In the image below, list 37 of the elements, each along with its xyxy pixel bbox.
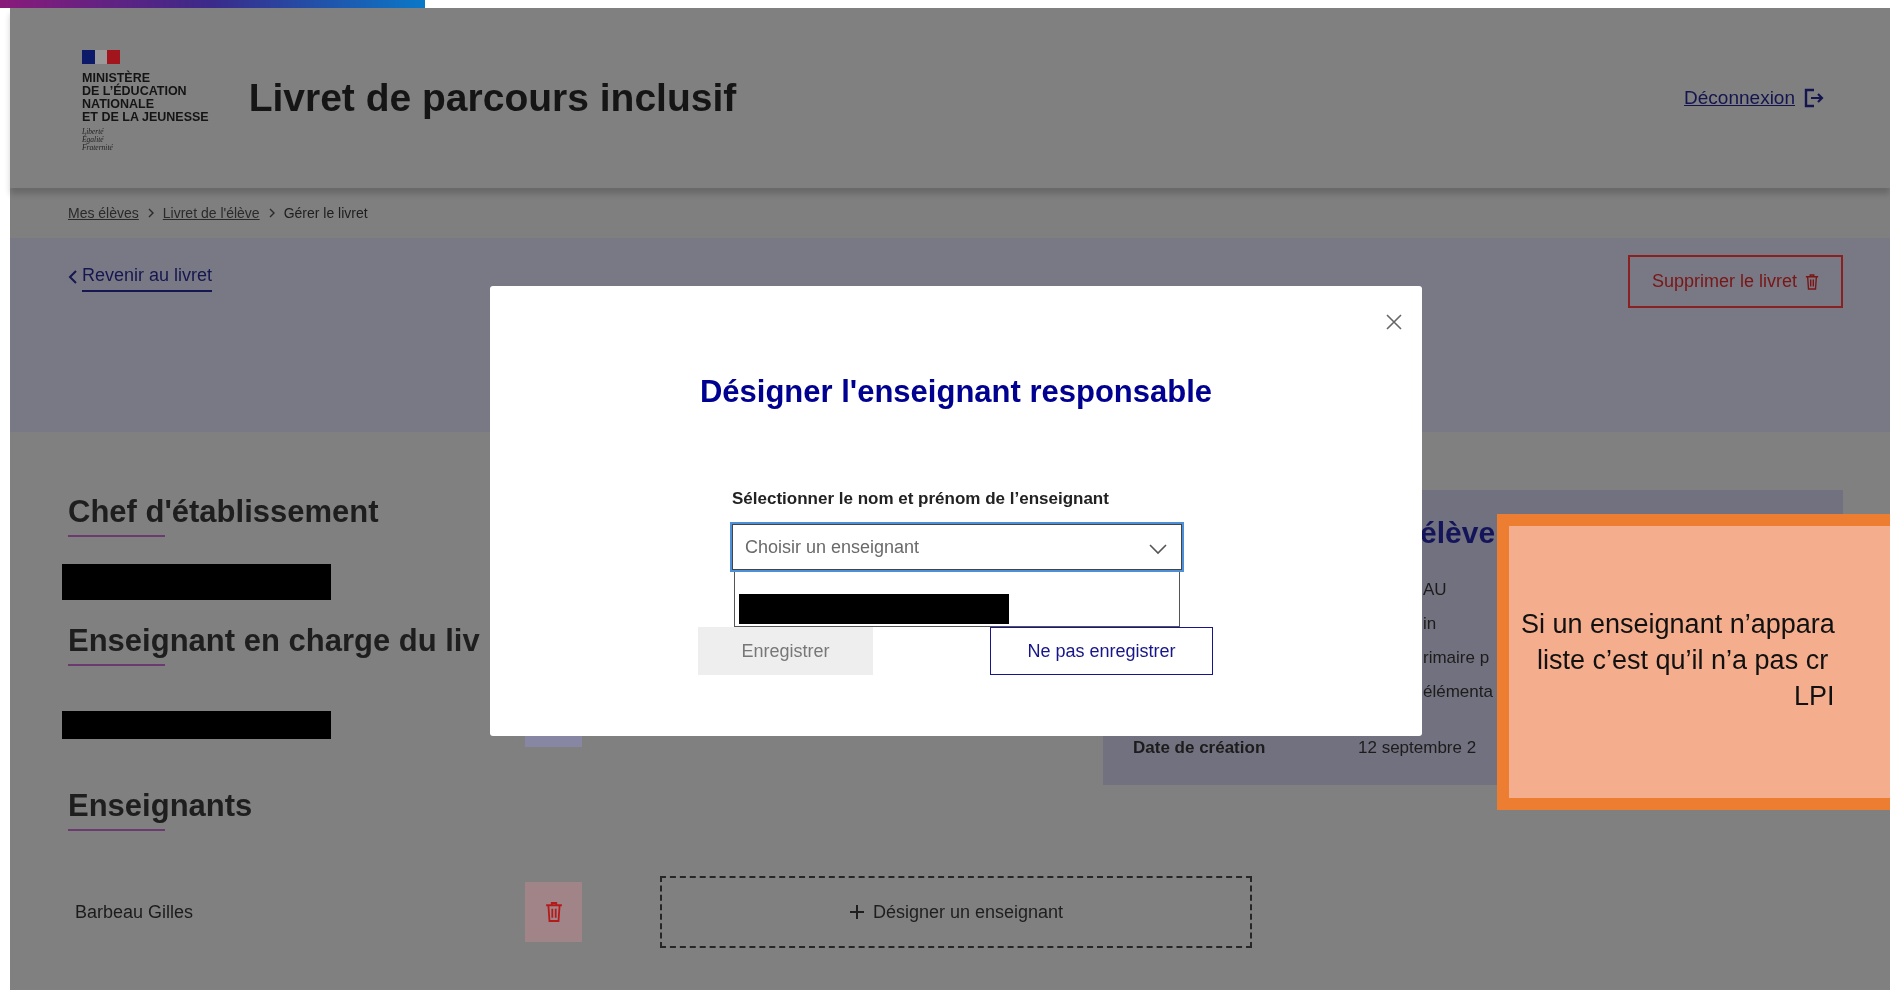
chevron-right-icon: [146, 208, 155, 218]
chevron-down-icon: [1148, 543, 1168, 555]
chevron-right-icon: [267, 208, 276, 218]
chevron-left-icon: [68, 269, 78, 285]
info-value: AU: [1422, 579, 1447, 602]
delete-booklet-button[interactable]: Supprimer le livret: [1627, 255, 1843, 308]
teacher-name: Barbeau Gilles: [74, 900, 195, 924]
breadcrumb-current: Gérer le livret: [283, 203, 368, 223]
delete-teacher-button[interactable]: [525, 882, 582, 942]
cancel-button[interactable]: Ne pas enregistrer: [990, 627, 1213, 675]
plus-icon: [848, 904, 865, 920]
callout-text: LPI: [1793, 680, 1836, 713]
modal-title: Désigner l'enseignant responsable: [698, 374, 1214, 410]
info-label: Date de création: [1133, 737, 1267, 760]
teacher-select-field[interactable]: Choisir un enseignant: [732, 524, 1182, 570]
section-heading: Enseignants: [68, 787, 253, 825]
breadcrumb-link[interactable]: Mes élèves: [68, 202, 139, 224]
trash-icon: [544, 900, 563, 924]
info-value: élémenta: [1422, 681, 1493, 704]
close-icon: [1385, 313, 1403, 331]
breadcrumb-link[interactable]: Livret de l'élève: [162, 202, 260, 224]
add-teacher-button[interactable]: Désigner un enseignant: [660, 876, 1252, 948]
callout-text: liste c’est qu’il n’a pas cr: [1536, 644, 1830, 677]
flag-logo-icon: [82, 49, 120, 64]
field-label: Sélectionner le nom et prénom de l’enseignant: [732, 488, 1110, 510]
ministry-name: MINISTÈRE DE L’ÉDUCATION NATIONALE ET DE LA JEUNESSE: [82, 72, 209, 124]
app-title: Livret de parcours inclusif: [248, 74, 737, 121]
logout-icon: [1803, 87, 1825, 109]
callout-text: Si un enseignant n’appara: [1520, 608, 1836, 641]
info-value: in: [1422, 613, 1437, 636]
info-value: 12 septembre 2: [1358, 737, 1477, 760]
section-heading: Enseignant en charge du liv: [68, 622, 480, 660]
panel-title: élève: [1420, 515, 1496, 551]
section-heading: Chef d'établissement: [68, 493, 379, 531]
logout-link[interactable]: Déconnexion: [1684, 83, 1825, 113]
trash-icon: [1805, 272, 1819, 291]
back-link[interactable]: Revenir au livret: [82, 262, 213, 292]
